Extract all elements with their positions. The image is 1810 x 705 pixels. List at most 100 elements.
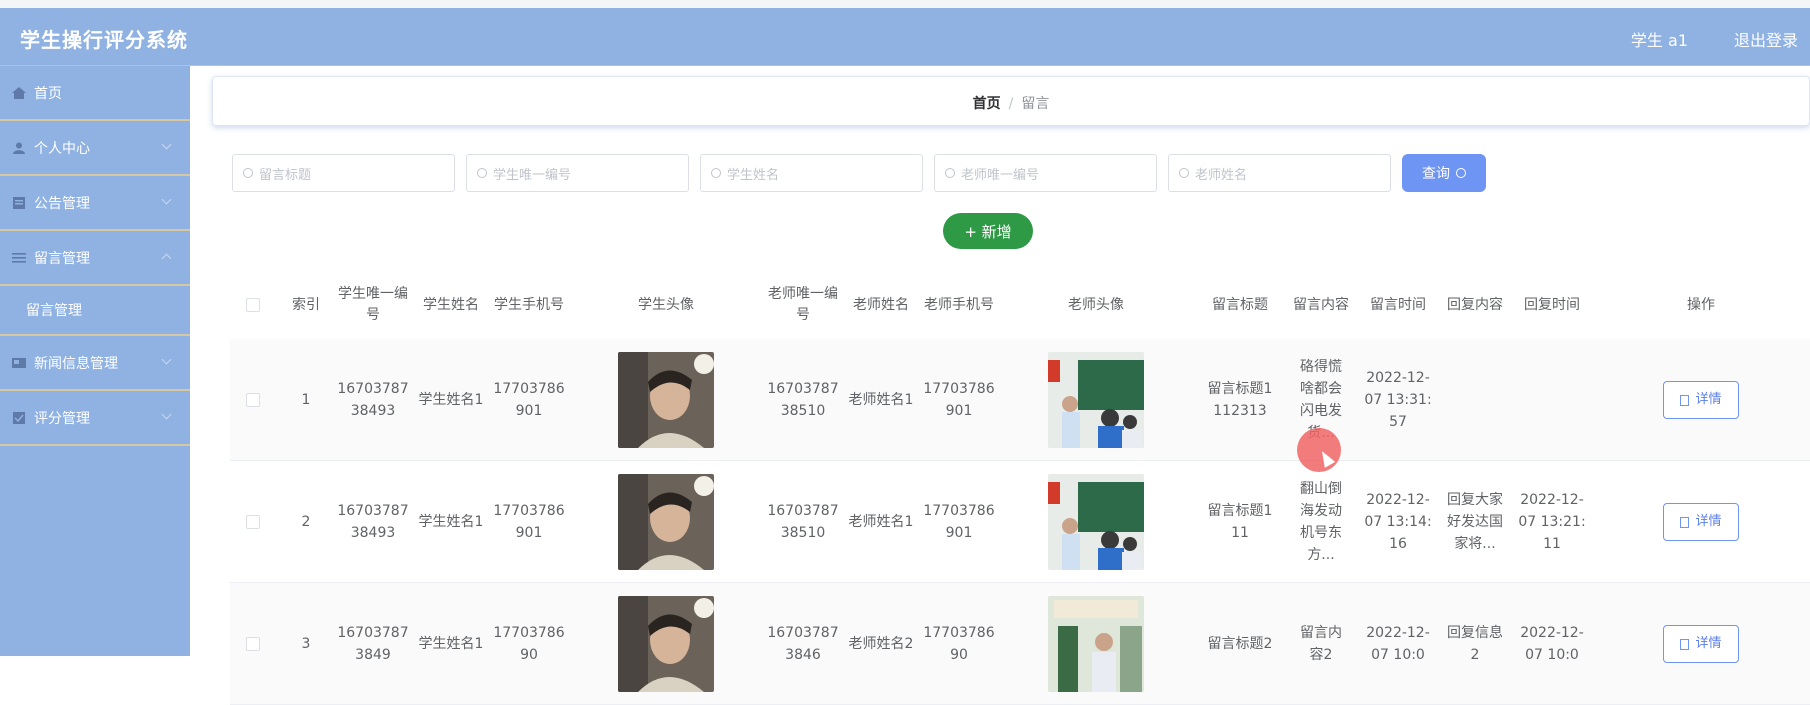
table-header: 索引 学生唯一编号 学生姓名 学生手机号 学生头像 老师唯一编号 老师姓名 老师…	[230, 271, 1810, 339]
cell-time: 2022-12-07 10:0	[1366, 625, 1430, 663]
chevron-down-icon	[161, 354, 172, 365]
user-icon	[13, 142, 25, 154]
cell-content: 翻山倒海发动机号东方...	[1300, 481, 1342, 563]
cell-actions: 详情	[1592, 339, 1810, 461]
teacher-avatar-image[interactable]	[1048, 352, 1144, 448]
cell-student-name: 学生姓名1	[418, 636, 484, 652]
query-button[interactable]: 查询	[1402, 154, 1486, 192]
cell-teacher-phone: 17703786901	[923, 381, 995, 419]
chevron-down-icon	[161, 409, 172, 420]
sidebar-item-score[interactable]: 评分管理	[0, 391, 190, 446]
cell-student-no: 1670378738493	[337, 381, 409, 419]
detail-button[interactable]: 详情	[1663, 625, 1739, 663]
score-icon	[13, 411, 25, 424]
breadcrumb-home[interactable]: 首页	[973, 96, 1001, 112]
cell-teacher-phone: 1770378690	[923, 625, 995, 663]
sidebar-item-label: 新闻信息管理	[34, 355, 118, 372]
sidebar-item-notice[interactable]: 公告管理	[0, 176, 190, 231]
select-all-checkbox[interactable]	[246, 298, 260, 312]
home-icon	[12, 86, 26, 99]
cell-reply-time: 2022-12-07 10:0	[1520, 625, 1584, 663]
search-teacher-no-input[interactable]: 老师唯一编号	[934, 154, 1157, 192]
logout-link[interactable]: 退出登录	[1734, 27, 1798, 51]
search-icon	[945, 168, 955, 178]
search-teacher-no-placeholder: 老师唯一编号	[961, 167, 1040, 183]
chevron-up-icon	[161, 253, 172, 264]
cell-student-phone: 1770378690	[493, 625, 565, 663]
row-checkbox[interactable]	[246, 637, 260, 651]
cell-content: 留言内容2	[1300, 625, 1342, 663]
breadcrumb: 首页 / 留言	[213, 93, 1809, 113]
sidebar-item-message[interactable]: 留言管理	[0, 231, 190, 286]
message-icon	[12, 252, 26, 263]
notice-icon	[13, 196, 25, 209]
cell-reply-time	[1512, 339, 1592, 461]
cell-teacher-no: 1670378738510	[767, 381, 839, 419]
message-table: 索引 学生唯一编号 学生姓名 学生手机号 学生头像 老师唯一编号 老师姓名 老师…	[230, 271, 1810, 705]
cell-student-phone: 17703786901	[493, 381, 565, 419]
cell-index: 1	[301, 392, 311, 408]
document-icon	[1680, 516, 1690, 528]
cell-teacher-avatar	[996, 461, 1196, 583]
search-student-no-input[interactable]: 学生唯一编号	[466, 154, 689, 192]
header-student-no: 学生唯一编号	[338, 286, 408, 323]
detail-button[interactable]: 详情	[1663, 381, 1739, 419]
table-row: 3 167037873849 学生姓名1 1770378690 16703787…	[230, 583, 1810, 705]
student-avatar-image[interactable]	[618, 596, 714, 692]
cell-title: 留言标题2	[1207, 636, 1273, 652]
chevron-down-icon	[161, 139, 172, 150]
search-teacher-name-input[interactable]: 老师姓名	[1168, 154, 1391, 192]
row-select-cell	[230, 339, 276, 461]
window-top-strip	[0, 0, 1810, 8]
cell-teacher-no: 1670378738510	[767, 503, 839, 541]
sidebar-item-label: 首页	[34, 85, 62, 102]
search-icon	[711, 168, 721, 178]
search-title-input[interactable]: 留言标题	[232, 154, 455, 192]
header-actions: 操作	[1687, 296, 1715, 313]
cell-teacher-avatar	[996, 339, 1196, 461]
row-select-cell	[230, 461, 276, 583]
detail-button[interactable]: 详情	[1663, 503, 1739, 541]
cell-student-name: 学生姓名1	[418, 392, 484, 408]
cell-student-avatar	[566, 461, 766, 583]
cell-index: 2	[301, 514, 311, 530]
cell-student-no: 1670378738493	[337, 503, 409, 541]
row-checkbox[interactable]	[246, 393, 260, 407]
breadcrumb-bar: 首页 / 留言	[212, 76, 1810, 126]
student-avatar-image[interactable]	[618, 352, 714, 448]
search-icon	[477, 168, 487, 178]
teacher-avatar-image[interactable]	[1048, 596, 1144, 692]
cell-reply: 回复信息2	[1447, 625, 1503, 663]
cell-student-name: 学生姓名1	[418, 514, 484, 530]
student-avatar-image[interactable]	[618, 474, 714, 570]
search-icon	[1179, 168, 1189, 178]
sidebar-item-label: 个人中心	[34, 140, 90, 157]
sidebar-item-home[interactable]: 首页	[0, 66, 190, 121]
cell-time: 2022-12-07 13:31:57	[1364, 370, 1432, 430]
search-title-placeholder: 留言标题	[259, 167, 312, 183]
sidebar-item-news[interactable]: 新闻信息管理	[0, 336, 190, 391]
sidebar-item-label: 公告管理	[34, 195, 90, 212]
sidebar-item-profile[interactable]: 个人中心	[0, 121, 190, 176]
table-row: 2 1670378738493 学生姓名1 17703786901 167037…	[230, 461, 1810, 583]
header-teacher-phone: 老师手机号	[924, 296, 994, 313]
sidebar-subitem-message[interactable]: 留言管理	[0, 286, 190, 336]
news-icon	[12, 357, 26, 368]
cell-reply: 回复大家好发达国家将...	[1447, 492, 1503, 552]
add-button[interactable]: + 新增	[943, 213, 1033, 249]
header-teacher-avatar: 老师头像	[1068, 296, 1124, 313]
cell-teacher-name: 老师姓名1	[848, 514, 914, 530]
current-user: 学生 a1	[1630, 31, 1688, 50]
cell-teacher-avatar	[996, 583, 1196, 705]
teacher-avatar-image[interactable]	[1048, 474, 1144, 570]
row-checkbox[interactable]	[246, 515, 260, 529]
query-button-label: 查询	[1422, 166, 1450, 182]
header-student-phone: 学生手机号	[494, 296, 564, 313]
header-reply: 回复内容	[1447, 296, 1503, 313]
search-student-name-placeholder: 学生姓名	[727, 167, 780, 183]
cell-reply-time: 2022-12-07 13:21:11	[1518, 492, 1586, 552]
cell-student-avatar	[566, 583, 766, 705]
cell-time: 2022-12-07 13:14:16	[1364, 492, 1432, 552]
select-all-cell	[230, 271, 276, 339]
search-student-name-input[interactable]: 学生姓名	[700, 154, 923, 192]
